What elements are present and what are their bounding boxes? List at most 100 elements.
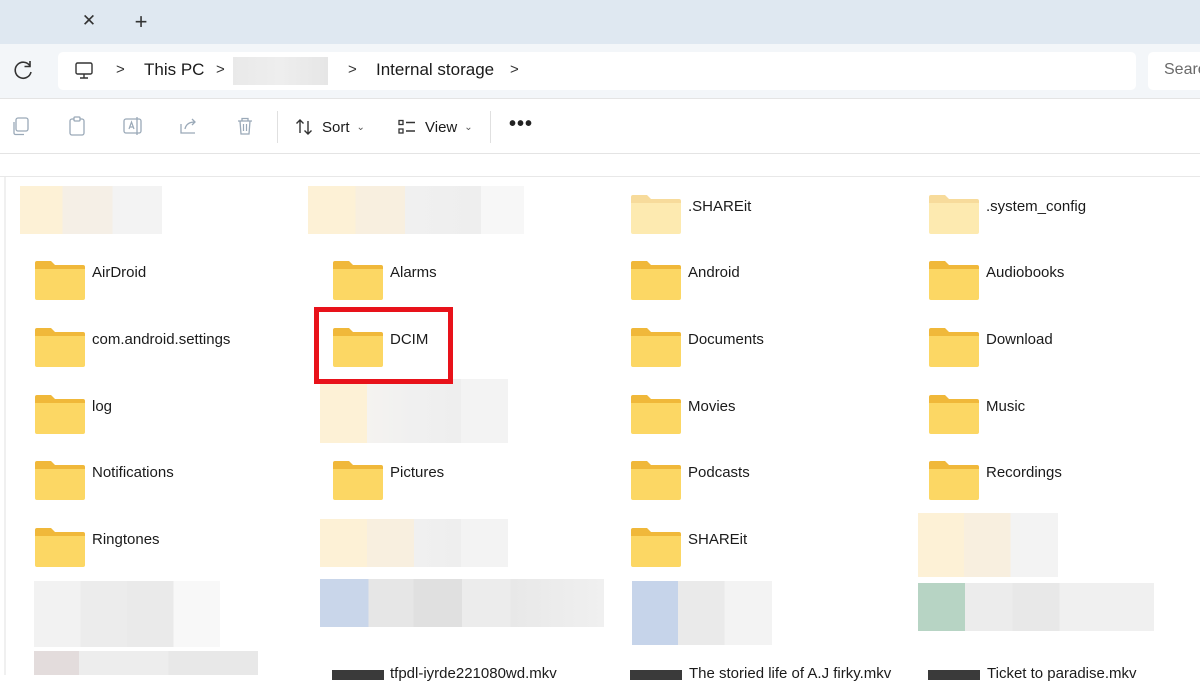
more-options-button[interactable]: ••• (508, 113, 534, 139)
folder-item[interactable]: Audiobooks (928, 259, 1188, 309)
folder-item[interactable]: .SHAREit (630, 193, 890, 243)
folder-item[interactable]: Documents (630, 326, 890, 376)
this-pc-icon[interactable] (74, 61, 94, 81)
toolbar-divider (490, 111, 491, 143)
folder-label: Audiobooks (986, 264, 1065, 281)
sort-label: Sort (322, 118, 350, 136)
copy-icon[interactable] (10, 115, 32, 137)
folder-item[interactable]: Movies (630, 393, 890, 443)
folder-icon (35, 261, 85, 300)
close-tab-button[interactable]: ✕ (78, 10, 100, 32)
file-label[interactable]: The storied life of A.J firky.mkv (689, 665, 891, 682)
folder-label: Alarms (390, 264, 437, 281)
redacted-item[interactable] (320, 519, 508, 567)
folder-item[interactable]: Android (630, 259, 890, 309)
highlight-box (314, 307, 453, 384)
redacted-item[interactable] (308, 186, 524, 234)
video-thumbnail (332, 670, 384, 680)
file-label[interactable]: tfpdl-iyrde221080wd.mkv (390, 665, 557, 682)
redacted-item[interactable] (320, 379, 508, 443)
folder-label: Pictures (390, 464, 445, 481)
folder-label: SHAREit (688, 531, 748, 548)
folder-icon (333, 261, 383, 300)
search-box[interactable]: Search (1148, 52, 1200, 90)
folder-icon (929, 328, 979, 367)
folder-item[interactable]: .system_config (928, 193, 1188, 243)
sort-icon (296, 119, 312, 135)
toolbar-divider (277, 111, 278, 143)
folder-label: Music (986, 398, 1026, 415)
folder-item[interactable]: SHAREit (630, 526, 890, 576)
paste-icon[interactable] (66, 115, 88, 137)
folder-item[interactable]: Alarms (332, 259, 592, 309)
view-icon (398, 119, 415, 134)
rename-icon[interactable] (122, 115, 144, 137)
folder-item[interactable]: Podcasts (630, 459, 890, 509)
chevron-down-icon: ⌄ (356, 121, 365, 133)
folder-item[interactable]: Notifications (34, 459, 294, 509)
redacted-item[interactable] (918, 583, 1154, 631)
folder-label: Android (688, 264, 740, 281)
chevron-right-icon[interactable]: > (348, 61, 357, 78)
folder-item[interactable]: Music (928, 393, 1188, 443)
view-label: View (425, 118, 458, 136)
folder-item[interactable]: log (34, 393, 294, 443)
folder-label: com.android.settings (92, 331, 231, 348)
folder-label: Documents (688, 331, 764, 348)
folder-icon (929, 461, 979, 500)
breadcrumb-internal-storage[interactable]: Internal storage (376, 60, 494, 80)
chevron-down-icon: ⌄ (464, 121, 473, 133)
navigation-bar: > This PC > > Internal storage > Search (0, 44, 1200, 98)
redacted-item[interactable] (632, 581, 772, 645)
divider (4, 177, 6, 675)
folder-label: Ringtones (92, 531, 160, 548)
folder-item[interactable]: Pictures (332, 459, 592, 509)
folder-icon (35, 328, 85, 367)
redacted-item[interactable] (320, 579, 604, 627)
redacted-item[interactable] (918, 513, 1058, 577)
folder-label: Movies (688, 398, 736, 415)
folder-icon (631, 395, 681, 434)
folder-icon (35, 395, 85, 434)
delete-icon[interactable] (234, 115, 256, 137)
tab-bar: ✕ + (0, 0, 1200, 44)
search-input[interactable]: Search (1164, 61, 1200, 79)
file-label[interactable]: Ticket to paradise.mkv (987, 665, 1137, 682)
chevron-right-icon[interactable]: > (116, 61, 125, 78)
folder-label: log (92, 398, 113, 415)
folder-label: Recordings (986, 464, 1062, 481)
new-tab-button[interactable]: + (128, 10, 154, 36)
video-thumbnail (928, 670, 980, 680)
folder-label: Podcasts (688, 464, 750, 481)
folder-item[interactable]: Ringtones (34, 526, 294, 576)
folder-icon (631, 328, 681, 367)
redacted-item[interactable] (34, 651, 258, 675)
folder-item[interactable]: Download (928, 326, 1188, 376)
address-bar[interactable]: > This PC > > Internal storage > (58, 52, 1136, 90)
command-bar: Sort ⌄ View ⌄ ••• (0, 98, 1200, 154)
chevron-right-icon[interactable]: > (216, 61, 225, 78)
breadcrumb-device-redacted[interactable] (233, 57, 328, 85)
folder-icon (631, 528, 681, 567)
redacted-item[interactable] (34, 581, 220, 647)
refresh-icon[interactable] (11, 57, 37, 83)
sort-button[interactable]: Sort ⌄ (294, 113, 365, 141)
share-icon[interactable] (178, 115, 200, 137)
folder-icon (929, 261, 979, 300)
view-button[interactable]: View ⌄ (397, 113, 473, 141)
folder-label: Download (986, 331, 1053, 348)
folder-item[interactable]: Recordings (928, 459, 1188, 509)
chevron-right-icon[interactable]: > (510, 61, 519, 78)
redacted-item[interactable] (20, 186, 162, 234)
video-thumbnail (630, 670, 682, 680)
folder-label: AirDroid (92, 264, 147, 281)
folder-item[interactable]: com.android.settings (34, 326, 294, 376)
breadcrumb-this-pc[interactable]: This PC (144, 60, 204, 80)
folder-label: .SHAREit (688, 198, 752, 215)
folder-label: Notifications (92, 464, 174, 481)
folder-icon (631, 195, 681, 234)
active-tab[interactable]: ✕ (0, 0, 108, 44)
file-list: .SHAREit .system_config AirDroid Alarms … (0, 177, 1200, 682)
details-strip (0, 155, 1200, 177)
folder-item[interactable]: AirDroid (34, 259, 294, 309)
